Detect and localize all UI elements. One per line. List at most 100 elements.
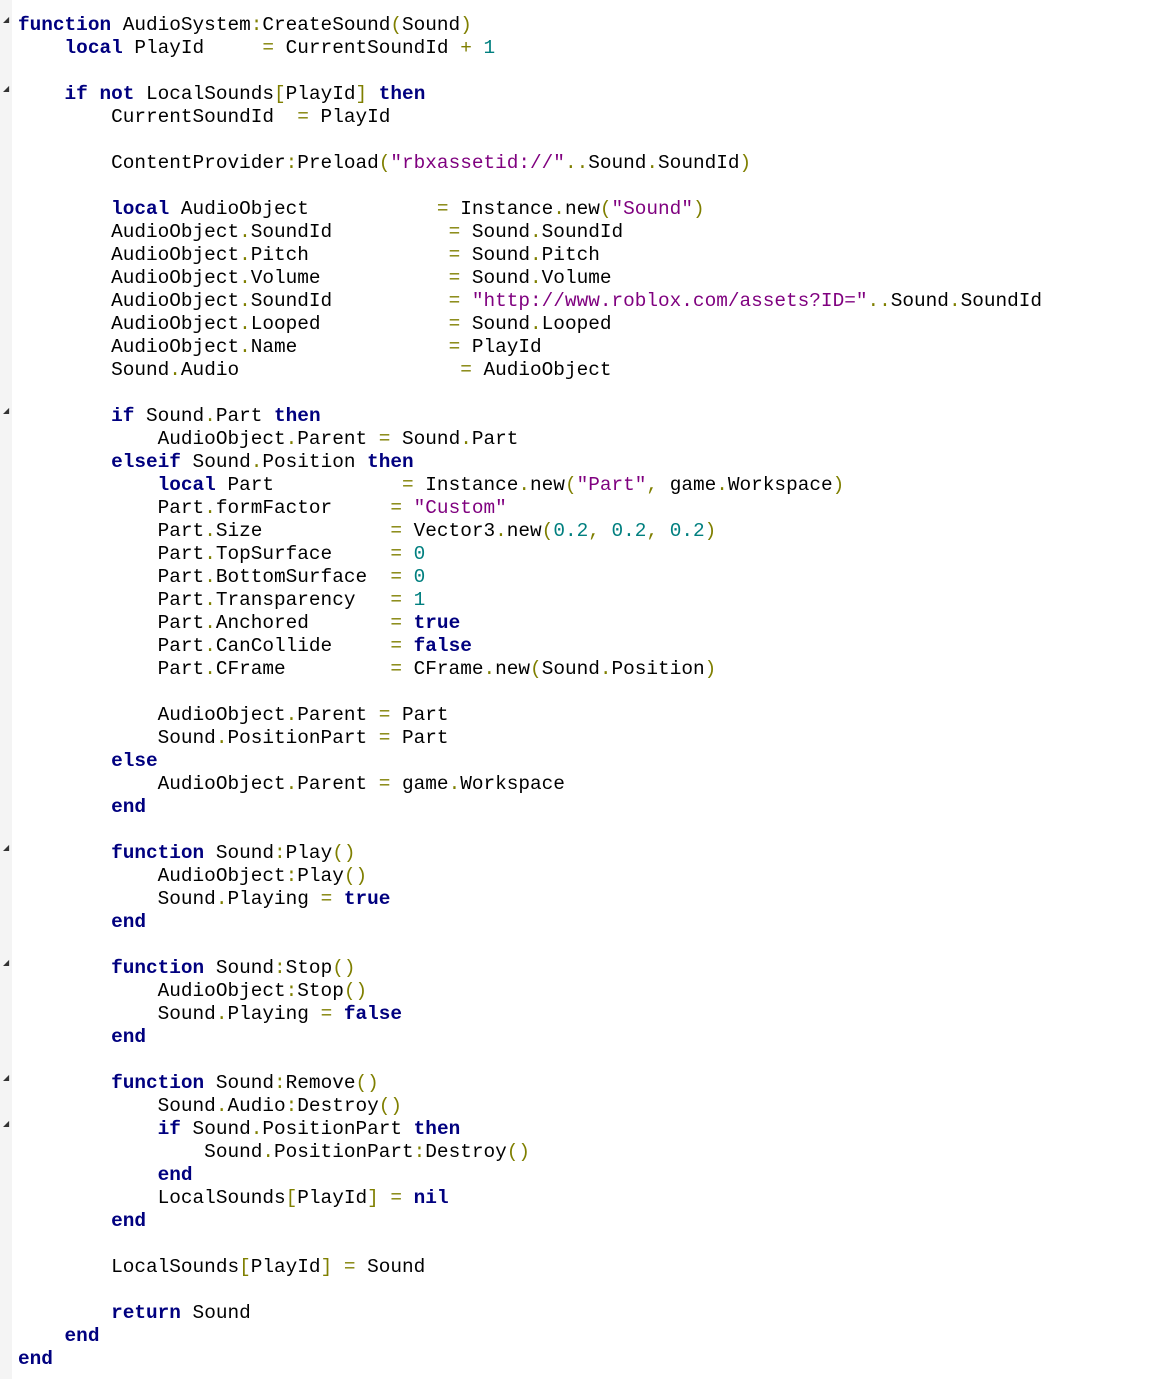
code-line-28[interactable]: Part.CanCollide = false [18,635,1042,658]
code-text: Sound [180,451,251,473]
keyword-token: elseif [111,451,181,473]
code-line-21[interactable]: local Part = Instance.new("Part", game.W… [18,474,1042,497]
code-line-49[interactable]: ◢ if Sound.PositionPart then [3,1118,1042,1141]
code-text: new [564,198,600,220]
fold-triangle-icon[interactable]: ◢ [3,407,9,415]
code-line-18[interactable]: ◢ if Sound.Part then [3,405,1042,428]
code-line-26[interactable]: Part.Transparency = 1 [18,589,1042,612]
code-line-6[interactable]: ​ [18,129,1042,152]
code-line-57[interactable]: return Sound [18,1302,1042,1325]
code-text: AudioObject [18,980,286,1002]
code-line-23[interactable]: Part.Size = Vector3.new(0.2, 0.2, 0.2) [18,520,1042,543]
code-line-3[interactable]: ​ [18,60,1042,83]
fold-triangle-icon[interactable]: ◢ [3,844,9,852]
fold-triangle-icon[interactable]: ◢ [3,1120,9,1128]
code-line-25[interactable]: Part.BottomSurface = 0 [18,566,1042,589]
code-line-50[interactable]: Sound.PositionPart:Destroy() [18,1141,1042,1164]
code-line-40[interactable]: end [18,911,1042,934]
keyword-token: if [111,405,135,427]
code-line-17[interactable]: ​ [18,382,1042,405]
code-line-59[interactable]: end [18,1348,1042,1371]
operator-token: = [390,589,403,611]
code-line-48[interactable]: Sound.Audio:Destroy() [18,1095,1042,1118]
code-line-53[interactable]: end [18,1210,1042,1233]
code-line-2[interactable]: local PlayId = CurrentSoundId + 1 [18,37,1042,60]
operator-token: , [646,520,659,542]
fold-triangle-icon[interactable]: ◢ [3,16,9,24]
keyword-token: local [157,474,216,496]
code-line-33[interactable]: else [18,750,1042,773]
code-line-45[interactable]: end [18,1026,1042,1049]
code-text: AudioObject [18,336,240,358]
code-text: Part [471,428,519,450]
code-line-20[interactable]: elseif Sound.Position then [18,451,1042,474]
code-line-24[interactable]: Part.TopSurface = 0 [18,543,1042,566]
operator-token: . [530,267,542,289]
code-line-30[interactable]: ​ [18,681,1042,704]
code-line-8[interactable]: ​ [18,175,1042,198]
code-line-46[interactable]: ​ [18,1049,1042,1072]
code-line-39[interactable]: Sound.Playing = true [18,888,1042,911]
code-line-37[interactable]: ◢ function Sound:Play() [3,842,1042,865]
code-line-47[interactable]: ◢ function Sound:Remove() [3,1072,1042,1095]
code-line-38[interactable]: AudioObject:Play() [18,865,1042,888]
operator-token: = [436,198,449,220]
code-line-56[interactable]: ​ [18,1279,1042,1302]
code-text: Playing [227,1003,321,1025]
code-line-43[interactable]: AudioObject:Stop() [18,980,1042,1003]
operator-token: () [506,1141,531,1163]
code-line-1[interactable]: ◢ function AudioSystem:CreateSound(Sound) [3,14,1042,37]
code-text: Sound [18,1003,216,1025]
code-line-11[interactable]: AudioObject.Pitch = Sound.Pitch [18,244,1042,267]
code-text: Anchored [215,612,391,634]
code-line-4[interactable]: ◢ if not LocalSounds[PlayId] then [3,83,1042,106]
code-line-51[interactable]: end [18,1164,1042,1187]
code-line-14[interactable]: AudioObject.Looped = Sound.Looped [18,313,1042,336]
code-text: Vector3 [402,520,496,542]
operator-token: ) [460,14,472,36]
code-line-29[interactable]: Part.CFrame = CFrame.new(Sound.Position) [18,658,1042,681]
code-line-22[interactable]: Part.formFactor = "Custom" [18,497,1042,520]
code-text: Sound [180,1118,251,1140]
code-line-36[interactable]: ​ [18,819,1042,842]
fold-triangle-icon[interactable]: ◢ [3,1074,9,1082]
code-line-19[interactable]: AudioObject.Parent = Sound.Part [18,428,1042,451]
code-line-58[interactable]: end [18,1325,1042,1348]
code-editor[interactable]: ◢ function AudioSystem:CreateSound(Sound)… [0,0,1167,1379]
code-line-55[interactable]: LocalSounds[PlayId] = Sound [18,1256,1042,1279]
code-line-35[interactable]: end [18,796,1042,819]
code-line-13[interactable]: AudioObject.SoundId = "http://www.roblox… [18,290,1042,313]
code-text: new [506,520,542,542]
code-text: Sound [890,290,949,312]
code-line-5[interactable]: CurrentSoundId = PlayId [18,106,1042,129]
code-line-16[interactable]: Sound.Audio = AudioObject [18,359,1042,382]
code-line-31[interactable]: AudioObject.Parent = Part [18,704,1042,727]
code-line-52[interactable]: LocalSounds[PlayId] = nil [18,1187,1042,1210]
code-text: LocalSounds [18,1256,240,1278]
code-line-7[interactable]: ContentProvider:Preload("rbxassetid://".… [18,152,1042,175]
operator-token: = [448,290,461,312]
code-line-42[interactable]: ◢ function Sound:Stop() [3,957,1042,980]
code-text: Part [215,474,403,496]
code-line-32[interactable]: Sound.PositionPart = Part [18,727,1042,750]
code-line-54[interactable]: ​ [18,1233,1042,1256]
code-text: Sound [460,244,531,266]
code-line-44[interactable]: Sound.Playing = false [18,1003,1042,1026]
code-line-15[interactable]: AudioObject.Name = PlayId [18,336,1042,359]
fold-gutter[interactable] [0,0,12,1379]
code-line-10[interactable]: AudioObject.SoundId = Sound.SoundId [18,221,1042,244]
code-line-34[interactable]: AudioObject.Parent = game.Workspace [18,773,1042,796]
code-line-12[interactable]: AudioObject.Volume = Sound.Volume [18,267,1042,290]
code-area[interactable]: ◢ function AudioSystem:CreateSound(Sound)… [3,14,1042,1371]
code-line-27[interactable]: Part.Anchored = true [18,612,1042,635]
code-line-41[interactable]: ​ [18,934,1042,957]
code-text: Instance [448,198,554,220]
code-text: LocalSounds [134,83,275,105]
fold-triangle-icon[interactable]: ◢ [3,85,9,93]
code-line-9[interactable]: local AudioObject = Instance.new("Sound"… [18,198,1042,221]
fold-triangle-icon[interactable]: ◢ [3,959,9,967]
operator-token: ( [390,14,403,36]
